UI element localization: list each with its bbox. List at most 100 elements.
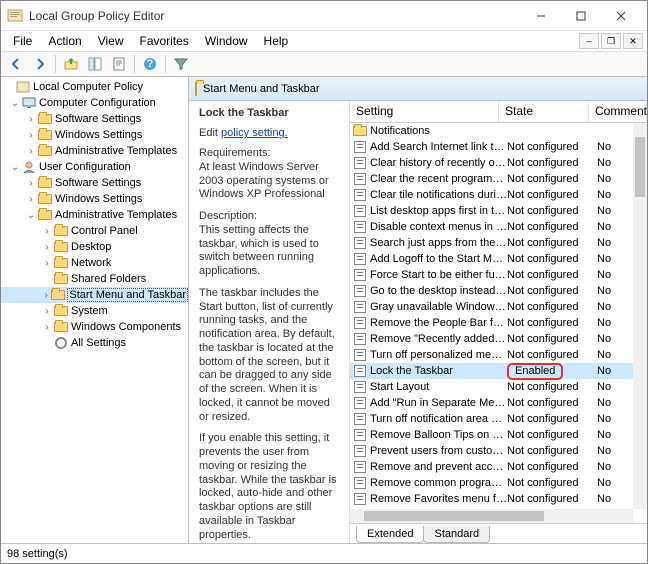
list-row[interactable]: Start LayoutNot configuredNo [350,379,647,395]
setting-state: Not configured [507,221,597,233]
expand-icon[interactable]: › [25,194,37,205]
scrollbar-thumb[interactable] [635,137,645,197]
tree-item[interactable]: Windows Settings [55,129,142,141]
list-row[interactable]: Go to the desktop instead of St...Not co… [350,283,647,299]
collapse-icon[interactable]: ⌄ [9,162,21,173]
vertical-scrollbar[interactable] [633,123,647,509]
setting-state: Not configured [507,205,597,217]
expand-icon[interactable]: › [25,114,37,125]
list-row[interactable]: Clear the recent programs list f...Not c… [350,171,647,187]
list-folder-row[interactable]: Notifications [350,123,647,139]
col-setting[interactable]: Setting [350,101,499,122]
setting-state: Not configured [507,445,597,457]
list-row[interactable]: Remove Favorites menu from ...Not config… [350,491,647,507]
scrollbar-thumb[interactable] [364,511,544,521]
list-row[interactable]: Remove Balloon Tips on Start ...Not conf… [350,427,647,443]
menu-file[interactable]: File [5,32,40,50]
nav-tree[interactable]: Local Computer Policy ⌄ Computer Configur… [1,77,189,543]
setting-state: Not configured [507,237,597,249]
tree-item[interactable]: Network [71,257,111,269]
menu-window[interactable]: Window [197,32,256,50]
list-row[interactable]: Add Logoff to the Start MenuNot configur… [350,251,647,267]
filter-button[interactable] [170,53,192,75]
minimize-button[interactable] [521,1,561,31]
setting-name: Clear tile notifications during l... [370,189,507,201]
expand-icon[interactable]: › [41,242,53,253]
tree-item[interactable]: All Settings [71,337,126,349]
show-hide-tree-button[interactable] [84,53,106,75]
mdi-minimize-button[interactable]: – [579,33,599,49]
close-button[interactable] [601,1,641,31]
forward-button[interactable] [29,53,51,75]
tree-computer-config[interactable]: Computer Configuration [39,97,156,109]
back-button[interactable] [5,53,27,75]
mdi-restore-button[interactable]: ❐ [601,33,621,49]
expand-icon[interactable]: › [41,226,53,237]
selected-policy-title: Lock the Taskbar [199,107,341,119]
list-row[interactable]: Disable context menus in the S...Not con… [350,219,647,235]
tree-admin-templates[interactable]: Administrative Templates [55,209,177,221]
menu-help[interactable]: Help [256,32,297,50]
list-row[interactable]: Turn off personalized menusNot configure… [350,347,647,363]
col-state[interactable]: State [499,101,589,122]
list-row[interactable]: Add Search Internet link to Sta...Not co… [350,139,647,155]
list-row[interactable]: Remove and prevent access to...Not confi… [350,459,647,475]
list-row[interactable]: Remove the People Bar from t...Not confi… [350,315,647,331]
setting-state: Not configured [507,253,597,265]
expand-icon[interactable]: › [25,146,37,157]
tree-item-selected[interactable]: Start Menu and Taskbar [67,288,188,302]
setting-state: Not configured [507,317,597,329]
properties-button[interactable] [108,53,130,75]
list-row[interactable]: Gray unavailable Windows Inst...Not conf… [350,299,647,315]
up-button[interactable] [60,53,82,75]
tree-item[interactable]: Administrative Templates [55,145,177,157]
expand-icon[interactable]: › [41,322,53,333]
list-row[interactable]: Force Start to be either full scr...Not … [350,267,647,283]
menu-action[interactable]: Action [40,32,89,50]
tree-user-config[interactable]: User Configuration [39,161,131,173]
list-row[interactable]: Remove common program gr...Not configure… [350,475,647,491]
list-row[interactable]: Add "Run in Separate Memory...Not config… [350,395,647,411]
tab-extended[interactable]: Extended [356,526,424,543]
tab-standard[interactable]: Standard [423,526,490,543]
setting-name: Remove Favorites menu from ... [370,493,507,505]
description-pane: Lock the Taskbar Edit policy setting. Re… [189,101,349,543]
tree-item[interactable]: Shared Folders [71,273,146,285]
list-item-label: Notifications [370,125,507,137]
expand-icon[interactable]: › [41,306,53,317]
tree-item[interactable]: Software Settings [55,177,141,189]
help-button[interactable]: ? [139,53,161,75]
setting-name: Remove and prevent access to... [370,461,507,473]
horizontal-scrollbar[interactable] [350,509,633,523]
col-comment[interactable]: Comment [589,101,647,122]
tree-item[interactable]: Software Settings [55,113,141,125]
setting-state: Not configured [507,397,597,409]
tree-root[interactable]: Local Computer Policy [33,81,143,93]
expand-icon[interactable]: › [41,290,51,301]
list-rows[interactable]: Notifications Add Search Internet link to… [350,123,647,523]
menu-view[interactable]: View [90,32,132,50]
expand-icon[interactable]: › [25,178,37,189]
tree-item[interactable]: Windows Components [71,321,181,333]
list-row[interactable]: Turn off notification area clean...Not c… [350,411,647,427]
list-row[interactable]: Prevent users from customizin...Not conf… [350,443,647,459]
collapse-icon[interactable]: ⌄ [9,98,21,109]
maximize-button[interactable] [561,1,601,31]
list-row[interactable]: Remove "Recently added" list f...Not con… [350,331,647,347]
menu-favorites[interactable]: Favorites [132,32,197,50]
collapse-icon[interactable]: ⌄ [25,210,37,221]
list-row[interactable]: Clear history of recently opene...Not co… [350,155,647,171]
folder-icon [37,112,53,126]
edit-policy-link[interactable]: policy setting. [221,127,288,139]
expand-icon[interactable]: › [41,258,53,269]
mdi-close-button[interactable]: ✕ [623,33,643,49]
list-row[interactable]: Clear tile notifications during l...Not … [350,187,647,203]
tree-item[interactable]: Control Panel [71,225,138,237]
list-row[interactable]: Lock the TaskbarEnabledNo [350,363,647,379]
list-row[interactable]: Search just apps from the App...Not conf… [350,235,647,251]
tree-item[interactable]: System [71,305,108,317]
tree-item[interactable]: Desktop [71,241,111,253]
expand-icon[interactable]: › [25,130,37,141]
tree-item[interactable]: Windows Settings [55,193,142,205]
list-row[interactable]: List desktop apps first in the A...Not c… [350,203,647,219]
